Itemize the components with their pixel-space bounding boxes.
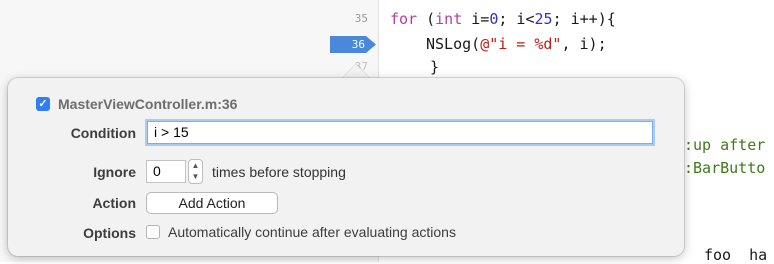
code-partial-2: :BarButto xyxy=(684,159,766,177)
ignore-label: Ignore xyxy=(93,164,136,180)
ignore-count-input[interactable]: 0 xyxy=(146,160,186,183)
code-line-35[interactable]: for (int i=0; i<25; i++){ xyxy=(390,10,616,28)
condition-input[interactable]: i > 15 xyxy=(147,121,653,144)
breakpoint-enabled-checkbox[interactable] xyxy=(36,97,50,111)
auto-continue-checkbox[interactable] xyxy=(146,225,160,239)
stepper-down-icon[interactable]: ▼ xyxy=(189,171,202,182)
ignore-suffix-text: times before stopping xyxy=(212,164,346,180)
code-partial-3: foo ha xyxy=(704,246,768,264)
breakpoint-popover: MasterViewController.m:36 Condition i > … xyxy=(8,78,684,256)
code-line-37[interactable]: } xyxy=(430,58,439,76)
add-action-button[interactable]: Add Action xyxy=(146,192,278,214)
auto-continue-label: Automatically continue after evaluating … xyxy=(168,224,456,240)
action-label: Action xyxy=(92,195,136,211)
auto-continue-row[interactable]: Automatically continue after evaluating … xyxy=(146,224,456,240)
code-line-36[interactable]: NSLog(@"i = %d", i); xyxy=(426,35,607,53)
breakpoint-title: MasterViewController.m:36 xyxy=(58,96,238,112)
stepper-up-icon[interactable]: ▲ xyxy=(189,160,202,171)
options-label: Options xyxy=(83,225,136,241)
breakpoint-header: MasterViewController.m:36 xyxy=(36,96,237,112)
ignore-count-stepper[interactable]: ▲ ▼ xyxy=(188,159,203,184)
popover-arrow xyxy=(342,64,370,79)
breakpoint-line-number: 36 xyxy=(351,38,365,51)
condition-label: Condition xyxy=(70,125,136,141)
code-partial-1: :up after xyxy=(684,136,766,154)
line-number-35: 35 xyxy=(354,12,368,25)
